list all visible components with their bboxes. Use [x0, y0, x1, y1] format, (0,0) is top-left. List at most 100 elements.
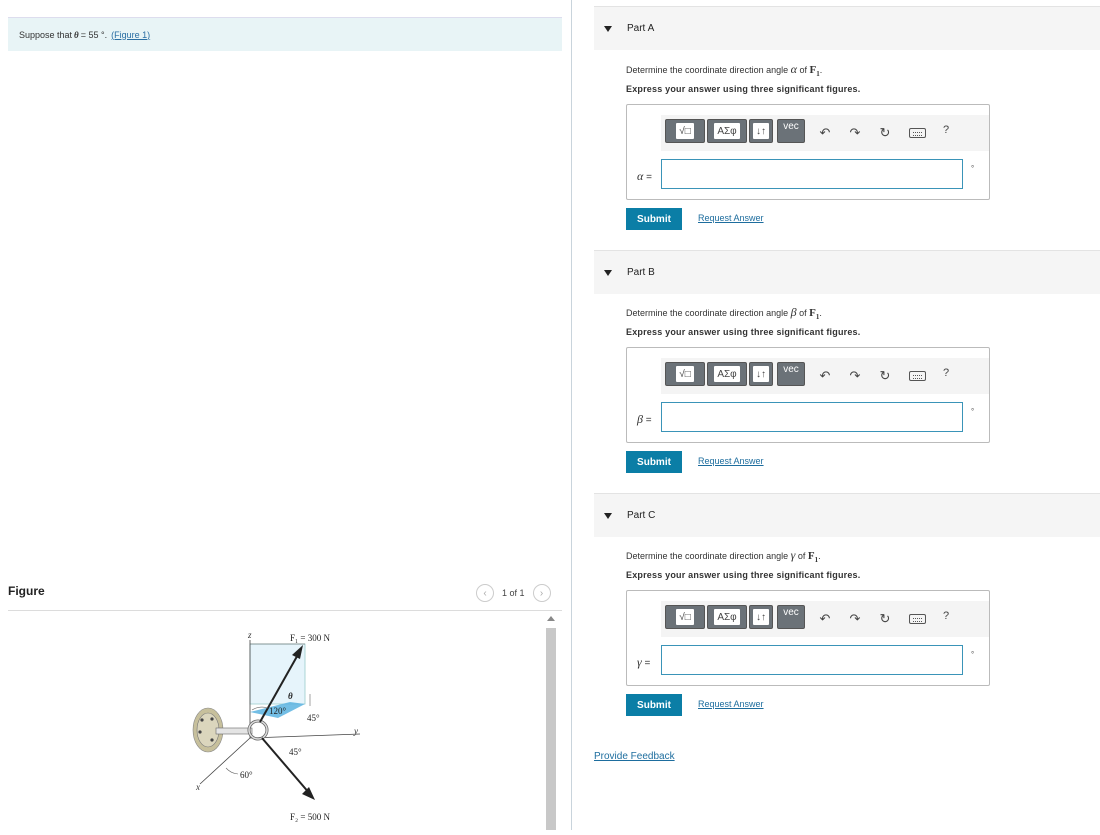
figure-heading: Figure — [8, 584, 45, 598]
submit-button[interactable]: Submit — [626, 694, 682, 716]
unit-degree: ° — [971, 164, 975, 173]
column-divider — [571, 0, 572, 830]
greek-button[interactable]: ΑΣφ — [707, 605, 747, 629]
collapse-triangle-icon[interactable] — [604, 269, 612, 276]
unit-degree: ° — [971, 650, 975, 659]
scroll-thumb[interactable] — [546, 628, 556, 830]
part-title: Part A — [627, 23, 655, 34]
part-b-header[interactable]: Part B — [594, 250, 1100, 294]
answer-input[interactable] — [661, 402, 963, 432]
vec-button[interactable]: vec — [777, 362, 805, 386]
request-answer-link[interactable]: Request Answer — [698, 699, 764, 709]
keyboard-icon[interactable] — [909, 128, 926, 138]
force-diagram: z y x F₁ = 300 N F₂ = 500 N θ 120° 45° 4… — [192, 630, 361, 822]
arrows-button[interactable]: ↓↑ — [749, 119, 773, 143]
reset-icon[interactable]: ↻ — [877, 611, 893, 627]
help-button[interactable]: ? — [943, 124, 949, 136]
vec-button[interactable]: vec — [777, 119, 805, 143]
redo-icon[interactable]: ↷ — [847, 611, 863, 627]
figure-link[interactable]: (Figure 1) — [111, 30, 150, 40]
greek-button[interactable]: ΑΣφ — [707, 119, 747, 143]
vec-button[interactable]: vec — [777, 605, 805, 629]
angle-symbol: α — [790, 62, 797, 76]
template-button[interactable]: √□ — [665, 362, 705, 386]
prompt-text: Determine the coordinate direction angle — [626, 308, 789, 318]
pager-label: 1 of 1 — [502, 588, 525, 598]
f2-vector — [261, 737, 311, 795]
part-b-prompt: Determine the coordinate direction angle… — [626, 305, 822, 322]
undo-icon[interactable]: ↶ — [817, 125, 833, 141]
force-symbol: F1 — [809, 307, 820, 322]
greek-button[interactable]: ΑΣφ — [707, 362, 747, 386]
undo-icon[interactable]: ↶ — [817, 368, 833, 384]
scroll-up-icon[interactable] — [547, 616, 555, 621]
answer-label: α = — [637, 169, 652, 183]
submit-button[interactable]: Submit — [626, 208, 682, 230]
help-button[interactable]: ? — [943, 367, 949, 379]
arrows-icon: ↓↑ — [753, 123, 769, 139]
part-b-answer-box: √□ ΑΣφ ↓↑ vec ↶ ↷ ↻ ? β = ° — [626, 347, 990, 443]
f2-label: F₂ = 500 N — [290, 812, 330, 822]
undo-icon[interactable]: ↶ — [817, 611, 833, 627]
prompt-of: of — [799, 65, 807, 75]
template-icon: √□ — [676, 123, 694, 139]
unit-degree: ° — [971, 407, 975, 416]
submit-button[interactable]: Submit — [626, 451, 682, 473]
arrows-button[interactable]: ↓↑ — [749, 605, 773, 629]
x-label: x — [195, 782, 200, 792]
template-icon: √□ — [676, 366, 694, 382]
part-title: Part C — [627, 510, 656, 521]
template-button[interactable]: √□ — [665, 119, 705, 143]
figure-divider — [8, 610, 562, 611]
prompt-of: of — [797, 551, 806, 561]
math-toolbar: √□ ΑΣφ ↓↑ vec ↶ ↷ ↻ ? — [661, 358, 989, 394]
problem-prefix: Suppose that — [19, 29, 73, 40]
request-answer-link[interactable]: Request Answer — [698, 456, 764, 466]
angle-symbol: β — [790, 305, 797, 319]
keyboard-icon[interactable] — [909, 614, 926, 624]
angle-45-lower-label: 45° — [289, 747, 302, 757]
greek-icon: ΑΣφ — [714, 609, 740, 625]
redo-icon[interactable]: ↷ — [847, 125, 863, 141]
greek-icon: ΑΣφ — [714, 366, 740, 382]
answer-label: γ = — [637, 655, 651, 669]
reset-icon[interactable]: ↻ — [877, 368, 893, 384]
force-symbol: F1 — [807, 550, 819, 565]
collapse-triangle-icon[interactable] — [604, 512, 612, 519]
prompt-text: Determine the coordinate direction angle — [626, 65, 789, 75]
math-toolbar: √□ ΑΣφ ↓↑ vec ↶ ↷ ↻ ? — [661, 601, 989, 637]
part-a-header[interactable]: Part A — [594, 6, 1100, 50]
request-answer-link[interactable]: Request Answer — [698, 213, 764, 223]
eye-bolt-shaft — [215, 727, 253, 735]
problem-value: = 55 °. — [80, 29, 108, 40]
keyboard-icon[interactable] — [909, 371, 926, 381]
part-c-header[interactable]: Part C — [594, 493, 1100, 537]
part-a-prompt: Determine the coordinate direction angle… — [626, 62, 823, 79]
angle-120-label: 120° — [269, 706, 287, 716]
part-b-instruction: Express your answer using three signific… — [626, 327, 861, 337]
answer-input[interactable] — [661, 159, 963, 189]
reset-icon[interactable]: ↻ — [877, 125, 893, 141]
greek-icon: ΑΣφ — [714, 123, 740, 139]
angle-symbol: γ — [790, 548, 796, 562]
z-label: z — [247, 630, 252, 640]
figure-image: z y x F₁ = 300 N F₂ = 500 N θ 120° 45° 4… — [160, 618, 380, 830]
arrows-icon: ↓↑ — [753, 366, 769, 382]
answer-input[interactable] — [661, 645, 963, 675]
part-c-instruction: Express your answer using three signific… — [626, 570, 861, 580]
force-symbol: F1 — [809, 64, 820, 79]
angle-60-label: 60° — [240, 770, 253, 780]
figure-scrollbar[interactable] — [544, 612, 558, 830]
collapse-triangle-icon[interactable] — [604, 25, 612, 32]
help-button[interactable]: ? — [943, 610, 949, 622]
math-toolbar: √□ ΑΣφ ↓↑ vec ↶ ↷ ↻ ? — [661, 115, 989, 151]
part-a-answer-box: √□ ΑΣφ ↓↑ vec ↶ ↷ ↻ ? α = ° — [626, 104, 990, 200]
template-button[interactable]: √□ — [665, 605, 705, 629]
chevron-right-icon[interactable]: › — [532, 584, 551, 602]
chevron-left-icon[interactable]: ‹ — [476, 584, 494, 602]
arrows-icon: ↓↑ — [753, 609, 769, 625]
provide-feedback-link[interactable]: Provide Feedback — [594, 751, 675, 762]
part-a-instruction: Express your answer using three signific… — [626, 84, 861, 94]
redo-icon[interactable]: ↷ — [847, 368, 863, 384]
arrows-button[interactable]: ↓↑ — [749, 362, 773, 386]
